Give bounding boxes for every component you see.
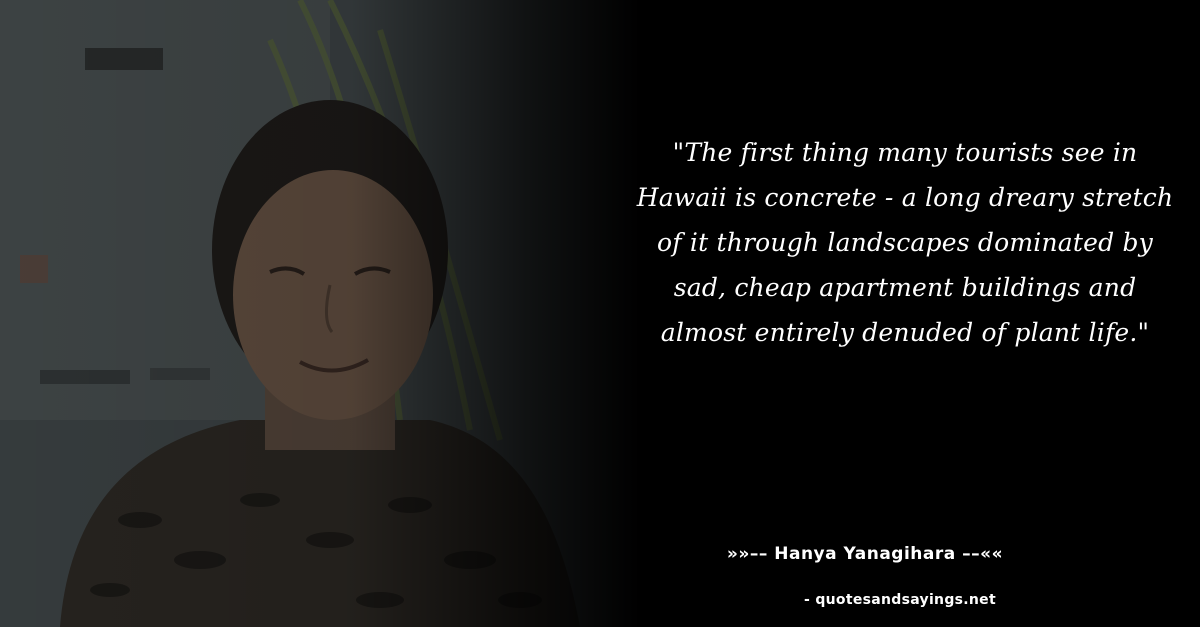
source-site: - quotesandsayings.net (804, 592, 996, 608)
quote-card: "The first thing many tourists see in Ha… (0, 0, 1200, 627)
quote-text: "The first thing many tourists see in Ha… (636, 138, 1174, 347)
author-photo (0, 0, 640, 627)
photo-fade-overlay (0, 0, 640, 627)
author-attribution: »»–– Hanya Yanagihara ––«« (726, 544, 1004, 564)
